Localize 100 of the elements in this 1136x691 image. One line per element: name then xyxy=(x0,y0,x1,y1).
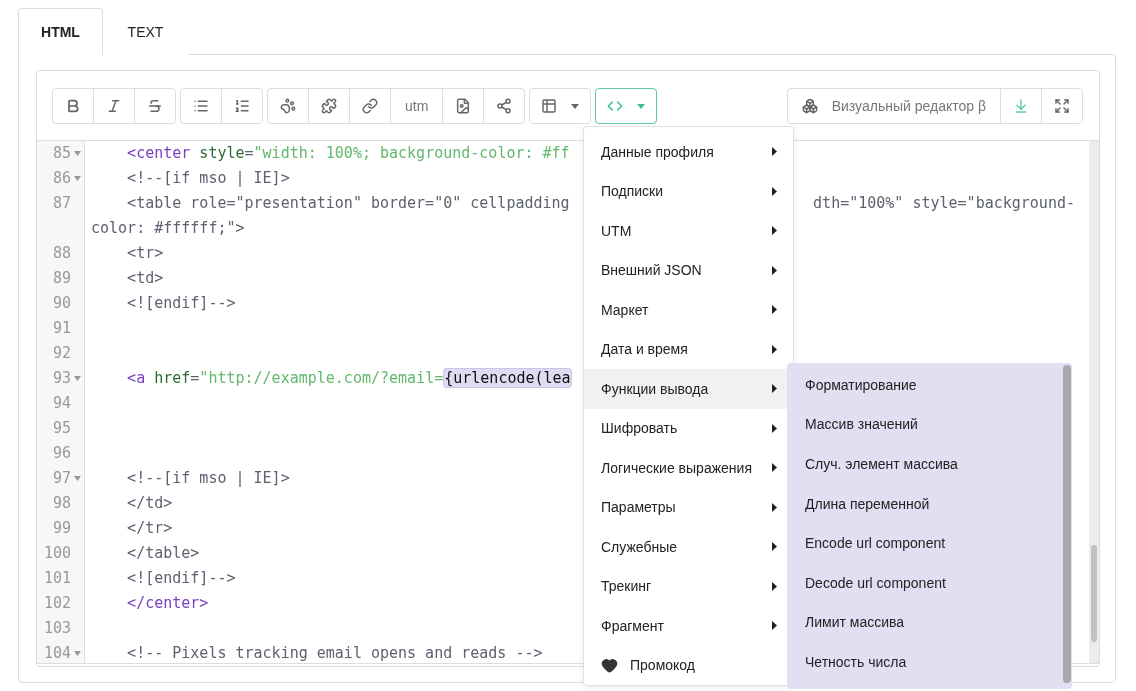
line-number: 96 xyxy=(51,443,71,464)
boxes-icon xyxy=(801,98,818,114)
code-button[interactable] xyxy=(595,88,658,124)
code-text: href xyxy=(153,369,191,387)
line-number: 103 xyxy=(42,618,71,639)
line-number: 90 xyxy=(51,293,71,314)
caret-right-icon xyxy=(772,581,777,591)
heart-icon xyxy=(601,656,618,674)
code-text: </tr> xyxy=(127,519,173,537)
table-icon xyxy=(541,98,558,114)
menu-item-label: Функции вывода xyxy=(601,380,710,397)
fold-icon[interactable] xyxy=(74,151,81,156)
caret-right-icon xyxy=(772,621,777,631)
italic-icon xyxy=(106,98,122,114)
menu-item[interactable]: Маркет xyxy=(584,290,793,330)
download-icon xyxy=(1013,98,1029,114)
code-text: <![endif]--> xyxy=(127,569,236,587)
line-number: 97 xyxy=(51,468,71,489)
menu-item-label: Трекинг xyxy=(601,578,653,595)
fold-icon[interactable] xyxy=(74,376,81,381)
line-number: 98 xyxy=(51,493,71,514)
code-text: </table> xyxy=(127,544,200,562)
menu-item-label: Шифровать xyxy=(601,420,679,437)
caret-right-icon xyxy=(772,542,777,552)
caret-right-icon xyxy=(772,344,777,354)
line-number: 99 xyxy=(51,518,71,539)
expand-icon xyxy=(1054,98,1070,114)
caret-right-icon xyxy=(772,502,777,512)
link-icon xyxy=(362,98,378,114)
code-text: color: #ffffff;"> xyxy=(91,219,245,237)
visual-editor-button[interactable]: Визуальный редактор β xyxy=(787,89,1000,123)
caret-right-icon xyxy=(772,147,777,157)
menu-item[interactable]: Данные профиля xyxy=(584,132,793,172)
line-number: 95 xyxy=(51,418,71,439)
line-number: 102 xyxy=(42,593,71,614)
code-text: <td> xyxy=(127,269,164,287)
menu-item-label: Подписки xyxy=(601,183,665,200)
code-icon xyxy=(607,98,624,114)
code-text: <a xyxy=(127,369,146,387)
share-icon xyxy=(496,98,513,114)
line-number: 104 xyxy=(42,643,71,663)
line-number: 101 xyxy=(42,568,71,589)
caret-right-icon xyxy=(772,384,777,394)
fold-icon[interactable] xyxy=(74,476,81,481)
menu-item-label: UTM xyxy=(601,222,633,239)
scrollbar-thumb[interactable] xyxy=(1063,365,1071,683)
strikethrough-icon xyxy=(147,98,163,114)
numbered-list-icon xyxy=(234,98,250,114)
menu-item[interactable]: Подписки xyxy=(584,171,793,211)
paw-icon xyxy=(280,98,296,114)
code-text: = xyxy=(190,369,200,387)
caret-right-icon xyxy=(772,305,777,315)
caret-right-icon xyxy=(772,423,777,433)
menu-item[interactable]: Внешний JSON xyxy=(584,250,793,290)
line-number: 100 xyxy=(42,543,71,564)
caret-right-icon xyxy=(772,226,777,236)
code-text: <!--[if mso | IE]> xyxy=(127,469,290,487)
caret-right-icon xyxy=(772,463,777,473)
utm-button[interactable]: utm xyxy=(390,89,443,123)
code-text: <tr> xyxy=(127,244,164,262)
code-text: <![endif]--> xyxy=(127,294,236,312)
code-text: </center> xyxy=(127,594,209,612)
fold-icon[interactable] xyxy=(74,176,81,181)
line-number: 85 xyxy=(51,143,71,164)
file-image-icon xyxy=(455,98,472,114)
tab[interactable]: HTML xyxy=(18,8,103,55)
menu-item-label: Логические выражения xyxy=(601,459,753,476)
code-text: dth="100%" style="background- xyxy=(813,194,1075,212)
line-number: 89 xyxy=(51,268,71,289)
line-number: 93 xyxy=(51,368,71,389)
line-number: 94 xyxy=(51,393,71,414)
menu-item-label: Дата и время xyxy=(601,341,689,358)
line-number: 88 xyxy=(51,243,71,264)
menu-item-label: Служебные xyxy=(601,538,679,555)
line-number: 86 xyxy=(51,168,71,189)
line-number: 92 xyxy=(51,343,71,364)
caret-right-icon xyxy=(772,265,777,275)
code-text: <table role="presentation" border="0" cellpadding xyxy=(127,194,570,212)
menu-item-label: Фрагмент xyxy=(601,617,665,634)
code-text: <!-- Pixels tracking email opens and reads --> xyxy=(127,644,543,662)
menu-item-label: Данные профиля xyxy=(601,143,715,160)
line-number: 87 xyxy=(51,193,71,214)
puzzle-icon xyxy=(321,98,337,114)
line-number: 91 xyxy=(51,318,71,339)
table-button[interactable] xyxy=(529,88,592,124)
menu-item-label: Внешний JSON xyxy=(601,262,703,279)
code-text: = xyxy=(244,144,254,162)
code-text: </td> xyxy=(127,494,173,512)
highlighted-code: {urlencode(lea xyxy=(443,368,572,388)
scrollbar-thumb[interactable] xyxy=(1091,545,1097,642)
menu-item-label: Маркет xyxy=(601,301,650,318)
menu-item-label: Параметры xyxy=(601,499,677,516)
code-text: "width: 100%; background-color: #ff xyxy=(253,144,570,162)
fold-icon[interactable] xyxy=(74,651,81,656)
code-text: "http://example.com/?email= xyxy=(199,369,444,387)
code-text: <!--[if mso | IE]> xyxy=(127,169,290,187)
bullet-list-icon xyxy=(193,98,209,114)
caret-right-icon xyxy=(772,186,777,196)
menu-item[interactable]: UTM xyxy=(584,211,793,251)
menu-item-label: Промокод xyxy=(630,657,696,674)
